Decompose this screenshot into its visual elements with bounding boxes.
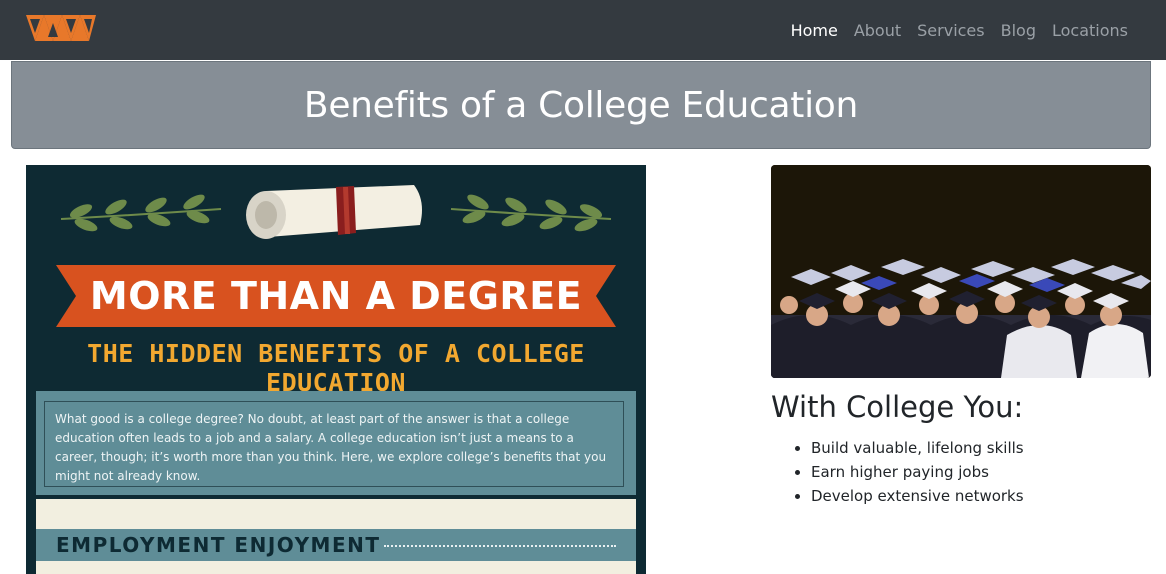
nav-link-services[interactable]: Services	[917, 21, 984, 40]
navbar: Home About Services Blog Locations	[0, 0, 1166, 60]
intro-panel: What good is a college degree? No doubt,…	[36, 391, 636, 495]
list-item: Develop extensive networks	[811, 484, 1024, 508]
infographic-subtitle: THE HIDDEN BENEFITS OF A COLLEGE EDUCATI…	[87, 339, 585, 397]
laurel-branch-icon	[60, 194, 222, 232]
graduation-photo-illustration	[771, 165, 1151, 378]
cream-divider	[36, 561, 636, 574]
nav-link-home[interactable]: Home	[791, 21, 838, 40]
benefits-heading: With College You:	[771, 390, 1024, 424]
nav-link-blog[interactable]: Blog	[1001, 21, 1036, 40]
nav-link-locations[interactable]: Locations	[1052, 21, 1128, 40]
dotted-rule	[384, 545, 616, 547]
diploma-scroll-icon	[246, 185, 422, 239]
intro-text: What good is a college degree? No doubt,…	[44, 401, 624, 487]
page-banner: Benefits of a College Education	[11, 61, 1151, 149]
infographic-title: MORE THAN A DEGREE	[89, 274, 583, 318]
nav-link-about[interactable]: About	[854, 21, 901, 40]
infographic-image: MORE THAN A DEGREE THE HIDDEN BENEFITS O…	[26, 165, 646, 574]
graduation-crowd-photo	[771, 165, 1151, 378]
section-title: EMPLOYMENT ENJOYMENT	[56, 533, 381, 557]
cream-divider	[36, 499, 636, 529]
brand-logo-icon[interactable]	[26, 13, 96, 43]
nav-links: Home About Services Blog Locations	[775, 0, 1128, 60]
page-title: Benefits of a College Education	[303, 84, 859, 126]
laurel-branch-icon	[450, 194, 612, 232]
section-bar: EMPLOYMENT ENJOYMENT	[36, 529, 636, 561]
list-item: Build valuable, lifelong skills	[811, 436, 1024, 460]
list-item: Earn higher paying jobs	[811, 460, 1024, 484]
benefits-list: Build valuable, lifelong skills Earn hig…	[771, 436, 1024, 508]
